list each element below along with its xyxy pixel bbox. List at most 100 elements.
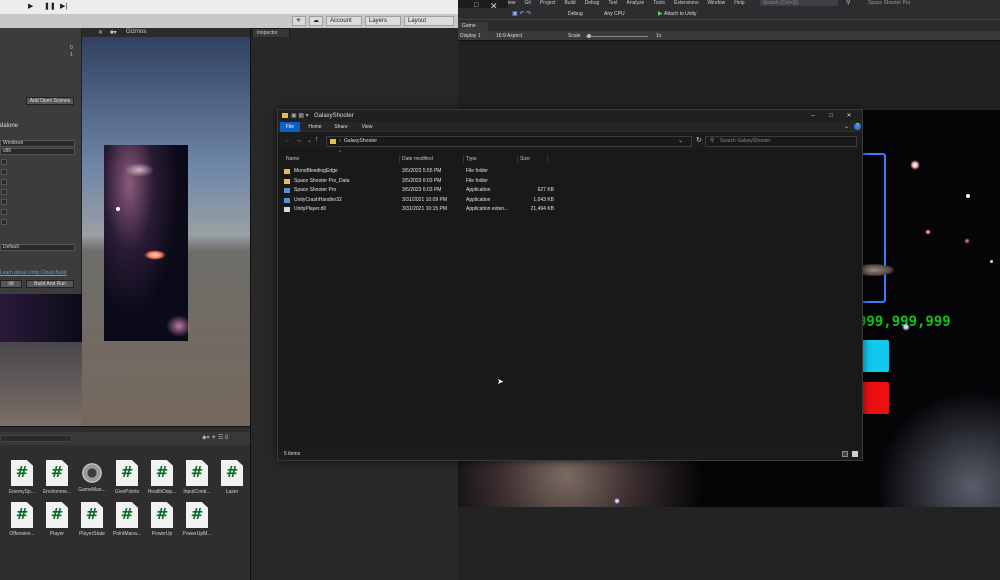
layers-dropdown[interactable]: Layers bbox=[365, 16, 401, 26]
layout-dropdown[interactable]: Layout bbox=[404, 16, 454, 26]
file-row[interactable]: Space Shooter Pro_Data 3/5/2023 6:03 PM Fi… bbox=[284, 177, 554, 186]
project-asset[interactable]: # InputContr... bbox=[180, 460, 214, 495]
target-platform-select[interactable]: Windows bbox=[0, 140, 75, 147]
tools-icon[interactable]: ✕ bbox=[98, 29, 103, 36]
chevron-down-icon[interactable]: ⌄ bbox=[678, 137, 683, 146]
checkbox[interactable] bbox=[1, 159, 7, 165]
vs-menu-item[interactable]: Tools bbox=[653, 0, 665, 6]
project-asset[interactable]: # Offensive... bbox=[5, 502, 39, 537]
vs-menu-item[interactable]: Build bbox=[564, 0, 575, 6]
add-open-scenes-button[interactable]: Add Open Scenes bbox=[26, 97, 74, 105]
checkbox[interactable] bbox=[1, 189, 7, 195]
tab-game[interactable]: Game bbox=[458, 22, 488, 31]
scale-slider[interactable] bbox=[586, 36, 648, 37]
column-type[interactable]: Type bbox=[464, 155, 518, 163]
tab-share[interactable]: Share bbox=[330, 122, 352, 132]
refresh-icon[interactable]: ↻ bbox=[696, 136, 702, 144]
file-row[interactable]: MonoBleedingEdge 3/5/2023 5:55 PM File fol… bbox=[284, 167, 554, 176]
vs-menu-item[interactable]: Git bbox=[525, 0, 531, 6]
project-asset[interactable]: # PowerUpM... bbox=[180, 502, 214, 537]
tab-view[interactable]: View bbox=[356, 122, 378, 132]
search-icon[interactable]: ⚲ bbox=[846, 0, 850, 6]
cloud-build-link[interactable]: Learn about Unity Cloud Build bbox=[0, 270, 66, 276]
up-icon[interactable]: ↑ bbox=[315, 136, 319, 143]
column-size[interactable]: Size bbox=[518, 155, 548, 163]
tab-home[interactable]: Home bbox=[304, 122, 326, 132]
aspect-select[interactable]: 16:9 Aspect bbox=[496, 32, 522, 40]
project-asset[interactable]: # PointManа... bbox=[110, 502, 144, 537]
vs-menu-item[interactable]: iew bbox=[508, 0, 516, 6]
column-name[interactable]: Name bbox=[284, 155, 400, 163]
forward-icon[interactable]: → bbox=[295, 137, 302, 144]
red-button[interactable] bbox=[860, 382, 889, 414]
checkbox[interactable] bbox=[1, 179, 7, 185]
config-select[interactable]: Debug bbox=[568, 10, 602, 18]
project-asset[interactable]: # Laser bbox=[215, 460, 249, 495]
cloud-icon[interactable]: ☁ bbox=[309, 16, 323, 26]
file-name: MonoBleedingEdge bbox=[294, 168, 338, 174]
build-button[interactable]: ild bbox=[0, 280, 22, 288]
close-icon[interactable]: ✕ bbox=[844, 112, 854, 120]
architecture-select[interactable]: x86 bbox=[0, 148, 75, 155]
project-asset[interactable]: # PowerUp bbox=[145, 502, 179, 537]
details-view-icon[interactable] bbox=[842, 451, 848, 457]
collab-icon[interactable]: ✳ bbox=[292, 16, 306, 26]
project-asset[interactable]: # HealthDisp... bbox=[145, 460, 179, 495]
project-asset[interactable]: # GivePoints bbox=[110, 460, 144, 495]
camera-icon[interactable]: ■▾ bbox=[110, 29, 117, 36]
file-row[interactable]: UnityCrashHandler32 3/31/2021 10:09 PM App… bbox=[284, 196, 554, 205]
file-row[interactable]: Space Shooter Pro 3/5/2023 6:03 PM Applica… bbox=[284, 186, 554, 195]
project-asset[interactable]: # EnemySp... bbox=[5, 460, 39, 495]
step-icon[interactable]: ▶| bbox=[60, 3, 68, 11]
play-icon[interactable]: ▶ bbox=[28, 3, 36, 11]
project-asset[interactable]: # PlayerState bbox=[75, 502, 109, 537]
checkbox[interactable] bbox=[1, 169, 7, 175]
display-select[interactable]: Display 1 bbox=[460, 32, 481, 40]
explorer-search-input[interactable]: ⚲ Search GalaxyShooter bbox=[705, 136, 857, 147]
project-asset[interactable]: GameMan... bbox=[75, 460, 109, 493]
checkbox[interactable] bbox=[1, 199, 7, 205]
column-date-modified[interactable]: Date modified bbox=[400, 155, 464, 163]
maximize-icon[interactable]: □ bbox=[826, 112, 836, 120]
quick-access-icon[interactable]: ▣ ▦ ▾ bbox=[291, 112, 309, 119]
tab-file[interactable]: File bbox=[280, 122, 300, 132]
account-dropdown[interactable]: Account bbox=[326, 16, 362, 26]
back-icon[interactable]: ← bbox=[284, 137, 291, 144]
file-list: ^ Name Date modified Type Size MonoBleed… bbox=[278, 150, 862, 450]
compression-select[interactable]: Default bbox=[0, 244, 75, 251]
address-path[interactable]: › GalaxyShooter ⌄ bbox=[326, 136, 692, 147]
tab-inspector[interactable]: Inspector bbox=[252, 28, 290, 37]
ribbon-expand-icon[interactable]: ⌄ bbox=[844, 123, 849, 130]
vs-menu-item[interactable]: Project bbox=[540, 0, 556, 6]
filter-icon[interactable]: ◆▾ ✦ ☰ 8 bbox=[202, 434, 228, 441]
scale-slider-handle[interactable] bbox=[587, 34, 591, 38]
start-icon[interactable]: ▶ bbox=[658, 10, 663, 18]
pause-icon[interactable]: ❚❚ bbox=[44, 3, 56, 11]
project-asset[interactable]: # Environme... bbox=[40, 460, 74, 495]
gizmos-dropdown[interactable]: Gizmos bbox=[126, 29, 146, 35]
recent-locations-icon[interactable]: ⌄ bbox=[307, 137, 312, 144]
vs-menu-item[interactable]: Window bbox=[707, 0, 725, 6]
platform-select[interactable]: Any CPU bbox=[604, 10, 652, 18]
large-icons-view-icon[interactable] bbox=[852, 451, 858, 457]
vs-menu-item[interactable]: Help bbox=[734, 0, 744, 6]
build-and-run-button[interactable]: Build And Run bbox=[26, 280, 74, 288]
path-segment[interactable]: GalaxyShooter bbox=[344, 137, 377, 146]
attach-to-unity-button[interactable]: Attach to Unity bbox=[664, 10, 712, 18]
minimize-icon[interactable]: – bbox=[808, 112, 818, 120]
save-icon[interactable]: ▣ ↶ ↷ bbox=[512, 10, 531, 17]
vs-menu-item[interactable]: Extensions bbox=[674, 0, 698, 6]
vs-menu-item[interactable]: Test bbox=[608, 0, 617, 6]
project-search-input[interactable] bbox=[0, 435, 72, 442]
checkbox[interactable] bbox=[1, 209, 7, 215]
vs-menu-item[interactable]: Analyze bbox=[627, 0, 645, 6]
cyan-button[interactable] bbox=[860, 340, 889, 372]
scene-index-1: 1 bbox=[70, 52, 73, 58]
help-icon[interactable]: ? bbox=[854, 123, 861, 130]
vs-search-input[interactable]: Search (Ctrl+Q) bbox=[760, 0, 838, 6]
vs-menu-item[interactable]: Debug bbox=[585, 0, 600, 6]
application-icon bbox=[284, 197, 290, 203]
project-asset[interactable]: # Player bbox=[40, 502, 74, 537]
checkbox[interactable] bbox=[1, 219, 7, 225]
file-row[interactable]: UnityPlayer.dll 3/31/2021 10:15 PM Applica… bbox=[284, 205, 554, 214]
